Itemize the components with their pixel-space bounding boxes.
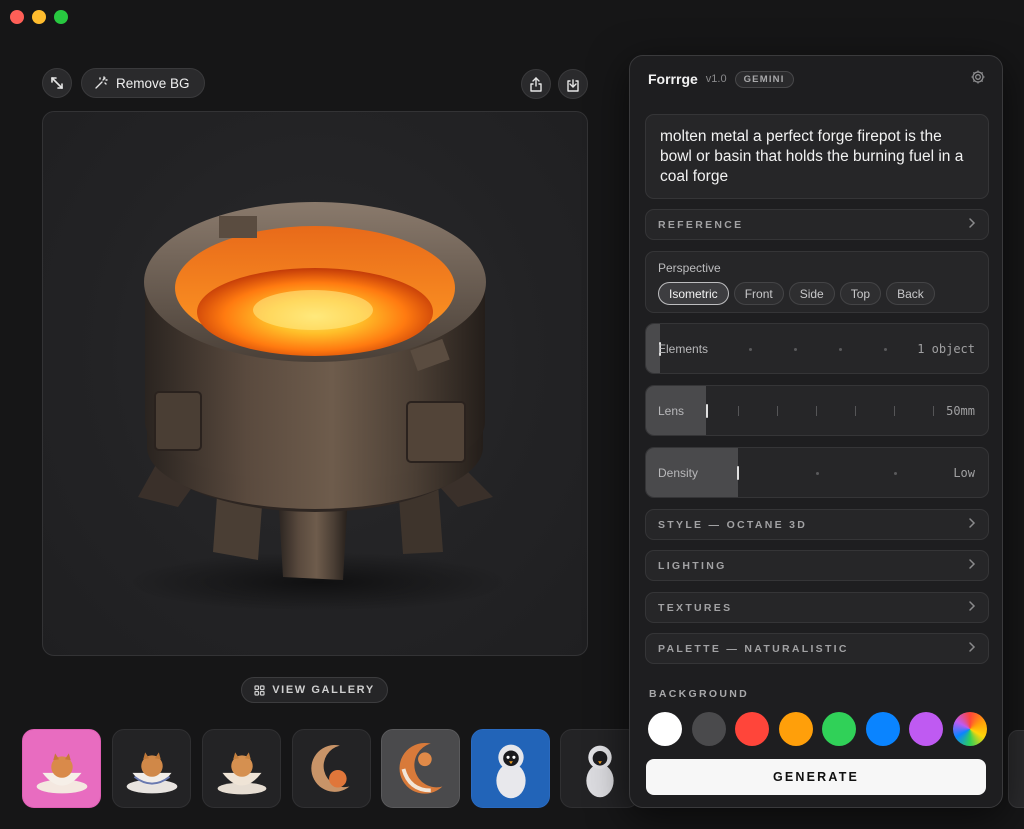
reference-label: REFERENCE: [658, 218, 744, 231]
share-icon: [530, 76, 542, 92]
download-icon: [567, 78, 579, 92]
palette-row[interactable]: PALETTE — NATURALISTIC: [645, 633, 989, 664]
swatch-blue[interactable]: [865, 712, 900, 746]
perspective-options: Isometric Front Side Top Back: [658, 282, 976, 305]
lens-value: 50mm: [946, 404, 975, 418]
slider-tick: [816, 472, 819, 475]
view-gallery-label: VIEW GALLERY: [272, 684, 375, 696]
lighting-label: LIGHTING: [658, 559, 727, 572]
lens-slider[interactable]: Lens 50mm: [645, 385, 989, 436]
reference-row[interactable]: REFERENCE: [645, 209, 989, 240]
chevron-right-icon: [968, 599, 976, 617]
penguin-astronaut-image: [586, 745, 614, 798]
lens-slider-handle[interactable]: [706, 404, 708, 418]
slider-tick: [839, 348, 842, 351]
thumbnail-penguin-astronaut[interactable]: [560, 729, 639, 808]
slider-tick: [933, 406, 934, 416]
thumbnail-kitten-teacup[interactable]: [112, 729, 191, 808]
palette-label: PALETTE — NATURALISTIC: [658, 642, 849, 655]
swatch-purple[interactable]: [909, 712, 943, 746]
thumbnail-fox-moon[interactable]: [292, 729, 371, 808]
close-window-button[interactable]: [10, 10, 24, 24]
expand-button[interactable]: [42, 68, 72, 98]
image-canvas[interactable]: [42, 111, 588, 656]
fox-moon-image: [311, 745, 350, 792]
lens-label: Lens: [658, 404, 685, 418]
expand-arrows-icon: [51, 77, 63, 89]
swatch-white[interactable]: [648, 712, 682, 746]
perspective-side[interactable]: Side: [788, 282, 835, 305]
perspective-top[interactable]: Top: [839, 282, 882, 305]
thumbnail-partial[interactable]: [1008, 730, 1024, 808]
panel-header: Forrrge v1.0 GEMINI: [648, 70, 986, 88]
perspective-front[interactable]: Front: [733, 282, 784, 305]
slider-tick: [794, 348, 797, 351]
swatch-rainbow[interactable]: [952, 712, 987, 746]
settings-button[interactable]: [970, 69, 986, 90]
generate-button[interactable]: GENERATE: [646, 759, 986, 795]
style-row[interactable]: STYLE — OCTANE 3D: [645, 509, 989, 540]
slider-tick: [855, 406, 856, 416]
textures-label: TEXTURES: [658, 601, 733, 614]
slider-tick: [894, 472, 897, 475]
app-version: v1.0: [705, 73, 727, 85]
slider-tick: [884, 348, 887, 351]
penguin-astronaut-image: [472, 730, 549, 807]
download-button[interactable]: [558, 69, 588, 99]
magic-wand-icon: [95, 76, 108, 89]
model-badge: GEMINI: [734, 70, 794, 88]
background-label: BACKGROUND: [649, 688, 749, 700]
density-value: Low: [953, 466, 975, 480]
thumbnail-kitten-mug[interactable]: [202, 729, 281, 808]
swatch-gray[interactable]: [691, 712, 726, 746]
chevron-right-icon: [968, 516, 976, 534]
grid-icon: [254, 684, 265, 696]
remove-bg-button[interactable]: Remove BG: [81, 68, 205, 98]
minimize-window-button[interactable]: [32, 10, 46, 24]
remove-bg-label: Remove BG: [116, 75, 190, 91]
style-label: STYLE — OCTANE 3D: [658, 518, 808, 531]
share-button[interactable]: [521, 69, 551, 99]
settings-panel: Forrrge v1.0 GEMINI molten metal a perfe…: [629, 55, 1003, 808]
chevron-right-icon: [968, 216, 976, 234]
kitten-teacup-image: [126, 752, 178, 794]
chevron-right-icon: [968, 557, 976, 575]
elements-label: Elements: [658, 342, 709, 356]
slider-tick: [777, 406, 778, 416]
slider-tick: [749, 348, 752, 351]
window-controls: [10, 10, 68, 24]
thumbnail-fox-crescent[interactable]: [381, 729, 460, 808]
forge-firepot-image: [128, 202, 508, 612]
gear-icon: [971, 70, 985, 83]
chevron-right-icon: [968, 640, 976, 658]
view-gallery-button[interactable]: VIEW GALLERY: [241, 677, 388, 703]
textures-row[interactable]: TEXTURES: [645, 592, 989, 623]
thumbnail-strip: [0, 729, 640, 809]
slider-tick: [894, 406, 895, 416]
lighting-row[interactable]: LIGHTING: [645, 550, 989, 581]
elements-slider[interactable]: Elements 1 object: [645, 323, 989, 374]
perspective-title: Perspective: [658, 261, 721, 275]
swatch-red[interactable]: [735, 712, 769, 746]
density-label: Density: [658, 466, 699, 480]
density-slider-handle[interactable]: [737, 466, 739, 480]
elements-value: 1 object: [917, 342, 975, 356]
zoom-window-button[interactable]: [54, 10, 68, 24]
density-slider[interactable]: Density Low: [645, 447, 989, 498]
kitten-mug-image: [217, 752, 267, 795]
slider-tick: [738, 406, 739, 416]
slider-tick: [816, 406, 817, 416]
perspective-isometric[interactable]: Isometric: [658, 282, 729, 305]
thumbnail-kitten-teacup-pink[interactable]: [22, 729, 101, 808]
fox-crescent-image: [382, 730, 459, 807]
perspective-back[interactable]: Back: [886, 282, 935, 305]
perspective-section: Perspective Isometric Front Side Top Bac…: [645, 251, 989, 313]
swatch-orange[interactable]: [778, 712, 813, 746]
thumbnail-penguin-astronaut-blue[interactable]: [471, 729, 550, 808]
app-name: Forrrge: [648, 71, 698, 87]
swatch-green[interactable]: [822, 712, 856, 746]
background-swatches: [648, 712, 987, 746]
kitten-teacup-image: [23, 730, 100, 807]
prompt-input[interactable]: molten metal a perfect forge firepot is …: [645, 114, 989, 199]
